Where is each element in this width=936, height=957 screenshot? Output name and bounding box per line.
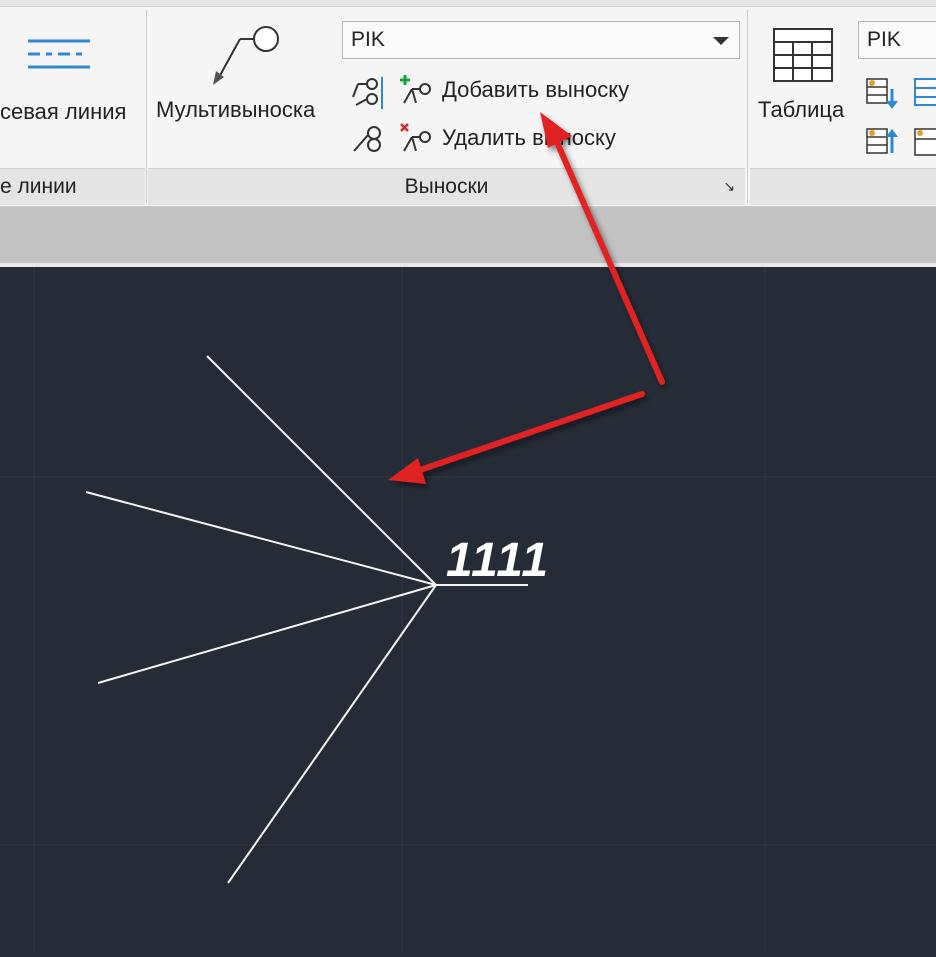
leaders-panel-title-text: Выноски	[404, 175, 489, 198]
centerline-label: севая линия	[0, 99, 127, 124]
table-style-value: PIK	[867, 28, 901, 51]
table-settings-icon[interactable]	[912, 123, 936, 159]
panel-separator	[146, 10, 147, 204]
multileader-icon	[213, 26, 279, 85]
tables-panel: Таблица PIK	[750, 7, 936, 205]
drawing-canvas[interactable]: 1111	[0, 267, 936, 952]
leader-line	[227, 584, 437, 884]
multileader[interactable]: 1111	[85, 355, 550, 884]
tables-panel-title	[750, 168, 936, 205]
mleader-text: 1111	[446, 534, 550, 587]
table-icon	[773, 28, 833, 82]
remove-leader-label: Удалить выноску	[442, 125, 616, 150]
leaders-panel: Мультивыноска PIK Добавить выноску Удали…	[148, 7, 745, 205]
panel-separator	[747, 10, 748, 204]
multileader-button[interactable]: Мультивыноска	[152, 7, 338, 167]
leaders-panel-title: Выноски	[148, 168, 745, 205]
leader-line	[85, 491, 437, 586]
centerline-icon	[28, 39, 90, 69]
lines-panel-title: е линии	[0, 168, 145, 205]
panel-launcher-icon[interactable]: ↘	[723, 178, 735, 195]
collect-leaders-icon[interactable]	[350, 121, 386, 157]
ribbon-tab-strip	[0, 0, 936, 7]
upload-data-icon[interactable]	[864, 123, 900, 159]
mleader-style-value: PIK	[351, 28, 385, 51]
mleader-style-combo[interactable]: PIK	[342, 21, 740, 59]
remove-leader-button[interactable]: Удалить выноску	[398, 121, 616, 155]
add-leader-icon	[400, 75, 431, 104]
table-label: Таблица	[758, 97, 845, 122]
ribbon-bottom-band	[0, 207, 936, 267]
grid-lines	[0, 267, 936, 952]
multileader-label: Мультивыноска	[156, 97, 316, 122]
remove-leader-icon	[400, 123, 431, 152]
table-style-combo[interactable]: PIK	[858, 21, 936, 59]
add-leader-button[interactable]: Добавить выноску	[398, 73, 629, 107]
lines-panel: севая линия е линии	[0, 7, 145, 205]
align-leaders-icon[interactable]	[350, 75, 386, 111]
centerline-button[interactable]: севая линия	[0, 7, 145, 167]
extract-data-icon[interactable]	[864, 75, 900, 111]
add-leader-label: Добавить выноску	[442, 77, 630, 102]
ribbon: севая линия е линии Мультивыноска PIK До…	[0, 0, 936, 207]
link-data-icon[interactable]	[912, 75, 936, 111]
leader-line	[97, 584, 437, 684]
table-button[interactable]: Таблица	[750, 7, 854, 167]
chevron-down-icon	[713, 37, 729, 45]
drawing-area: 1111	[0, 267, 936, 952]
